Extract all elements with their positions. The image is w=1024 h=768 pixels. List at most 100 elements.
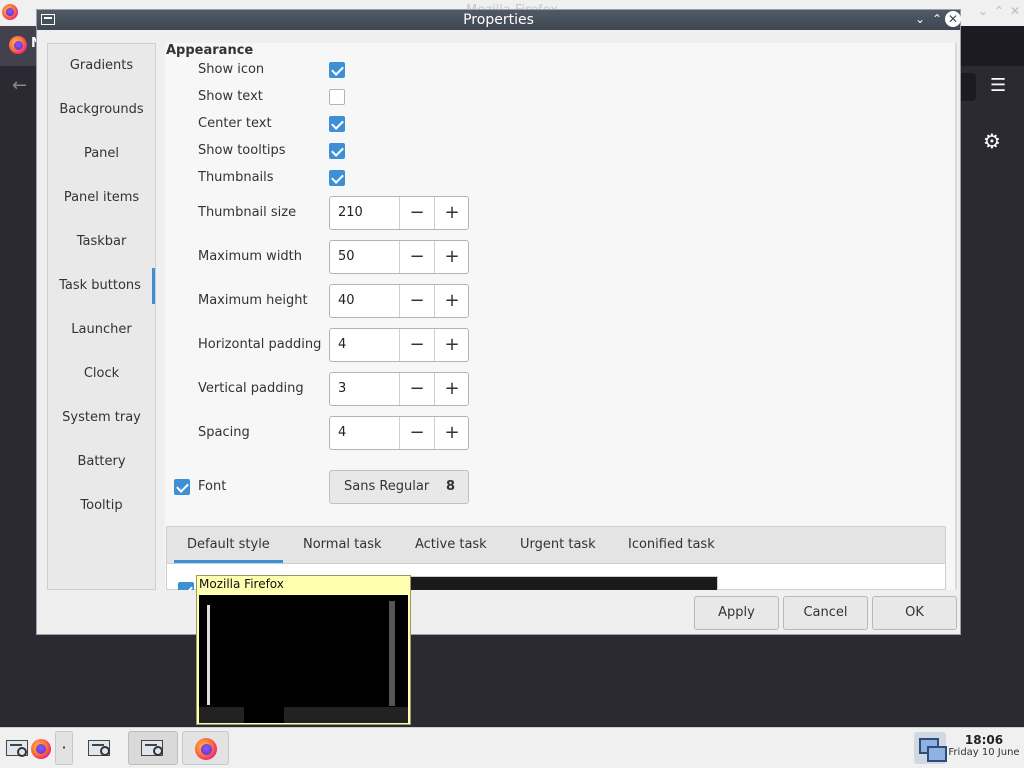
style-checkbox[interactable] [178,582,194,590]
tab-iconified-task[interactable]: Iconified task [628,537,715,552]
sidebar-item-task-buttons[interactable]: Task buttons [48,268,155,304]
plus-icon[interactable]: + [434,241,469,273]
sidebar-item-backgrounds[interactable]: Backgrounds [48,92,155,128]
plus-icon[interactable]: + [434,285,469,317]
chevron-down-icon[interactable]: ⌄ [978,4,988,18]
maximum-height-spinner: 40 − + [329,284,469,318]
firefox-tab[interactable]: N [0,26,42,66]
taskbar-button-properties[interactable] [128,731,178,765]
show-tooltips-label: Show tooltips [198,143,286,158]
vertical-padding-label: Vertical padding [198,381,304,396]
maximum-width-spinner: 50 − + [329,240,469,274]
sidebar-item-battery[interactable]: Battery [48,444,155,480]
minimize-icon[interactable]: ⌄ [912,11,928,27]
sidebar-item-panel-items[interactable]: Panel items [48,180,155,216]
thumbnail-size-label: Thumbnail size [198,205,297,220]
tab-urgent-task[interactable]: Urgent task [520,537,596,552]
horizontal-padding-label: Horizontal padding [198,337,322,352]
properties-dialog: Properties ⌄ ⌃ ✕ Gradients Backgrounds P… [36,9,961,635]
firefox-icon [195,738,217,760]
thumbnail-detail [244,707,284,723]
thumbnail-detail [389,601,395,706]
magnifier-icon [153,746,163,756]
dialog-title: Properties [463,12,534,28]
font-name: Sans Regular [344,479,430,494]
show-desktop-button[interactable] [5,731,29,765]
settings-sidebar: Gradients Backgrounds Panel Panel items … [47,43,156,590]
firefox-window-controls: ⌄ ⌃ ✕ [978,4,1020,18]
back-arrow-icon[interactable]: ← [12,75,27,96]
font-size: 8 [445,479,455,494]
sidebar-item-clock[interactable]: Clock [48,356,155,392]
minus-icon[interactable]: − [399,285,434,317]
spinner-value[interactable]: 50 [338,249,355,264]
minus-icon[interactable]: − [399,373,434,405]
tab-active-task[interactable]: Active task [415,537,487,552]
thumbnail-detail [199,707,408,723]
vertical-padding-spinner: 3 − + [329,372,469,406]
sidebar-item-panel[interactable]: Panel [48,136,155,172]
font-label: Font [198,479,227,494]
center-text-label: Center text [198,116,272,131]
show-icon-label: Show icon [198,62,265,77]
center-text-checkbox[interactable] [329,116,345,132]
plus-icon[interactable]: + [434,329,469,361]
minus-icon[interactable]: − [399,241,434,273]
close-icon[interactable]: ✕ [1010,4,1020,18]
hamburger-menu-icon[interactable]: ☰ [990,75,1006,96]
magnifier-icon [17,747,27,757]
task-tooltip: Mozilla Firefox [196,575,411,725]
maximum-width-label: Maximum width [198,249,303,264]
spinner-value[interactable]: 4 [338,425,346,440]
spinner-value[interactable]: 210 [338,205,363,220]
show-tooltips-checkbox[interactable] [329,143,345,159]
spinner-value[interactable]: 3 [338,381,346,396]
horizontal-padding-spinner: 4 − + [329,328,469,362]
close-icon[interactable]: ✕ [945,11,961,27]
tab-normal-task[interactable]: Normal task [303,537,382,552]
network-icon[interactable] [914,732,947,764]
minus-icon[interactable]: − [399,197,434,229]
show-icon-checkbox[interactable] [329,62,345,78]
cancel-button[interactable]: Cancel [783,596,868,630]
minus-icon[interactable]: − [399,417,434,449]
font-picker-button[interactable]: Sans Regular 8 [329,470,469,504]
tooltip-title: Mozilla Firefox [199,577,284,591]
launcher-separator[interactable]: · [55,731,73,765]
spinner-value[interactable]: 4 [338,337,346,352]
ok-button[interactable]: OK [872,596,957,630]
show-text-checkbox[interactable] [329,89,345,105]
style-tabs-header: Default style Normal task Active task Ur… [167,527,945,564]
thumbnails-checkbox[interactable] [329,170,345,186]
taskbar-button-firefox[interactable] [182,731,229,765]
show-text-label: Show text [198,89,263,104]
plus-icon[interactable]: + [434,417,469,449]
thumbnails-label: Thumbnails [198,170,274,185]
font-checkbox[interactable] [174,479,190,495]
minus-icon[interactable]: − [399,329,434,361]
sidebar-item-system-tray[interactable]: System tray [48,400,155,436]
firefox-icon [31,739,51,759]
settings-content: Appearance Show icon Show text Center te… [165,43,957,590]
sidebar-item-tooltip[interactable]: Tooltip [48,488,155,524]
plus-icon[interactable]: + [434,373,469,405]
clock-time[interactable]: 18:06 [948,733,1020,747]
firefox-launcher[interactable] [30,731,52,765]
plus-icon[interactable]: + [434,197,469,229]
apply-button[interactable]: Apply [694,596,779,630]
sidebar-item-taskbar[interactable]: Taskbar [48,224,155,260]
window-thumbnail [199,595,408,723]
chevron-up-icon[interactable]: ⌃ [994,4,1004,18]
bottom-panel: · 18:06 Friday 10 June [0,727,1024,768]
sidebar-item-launcher[interactable]: Launcher [48,312,155,348]
clock-date[interactable]: Friday 10 June [946,747,1022,758]
tab-default-style[interactable]: Default style [187,537,270,552]
thumbnail-detail [207,605,210,705]
maximize-icon[interactable]: ⌃ [929,11,945,27]
gear-icon[interactable]: ⚙ [983,129,1001,153]
firefox-icon [9,36,27,54]
spinner-value[interactable]: 40 [338,293,355,308]
dialog-titlebar[interactable]: Properties ⌄ ⌃ ✕ [37,10,961,30]
taskbar-button-window[interactable] [78,731,124,765]
sidebar-item-gradients[interactable]: Gradients [48,48,155,84]
